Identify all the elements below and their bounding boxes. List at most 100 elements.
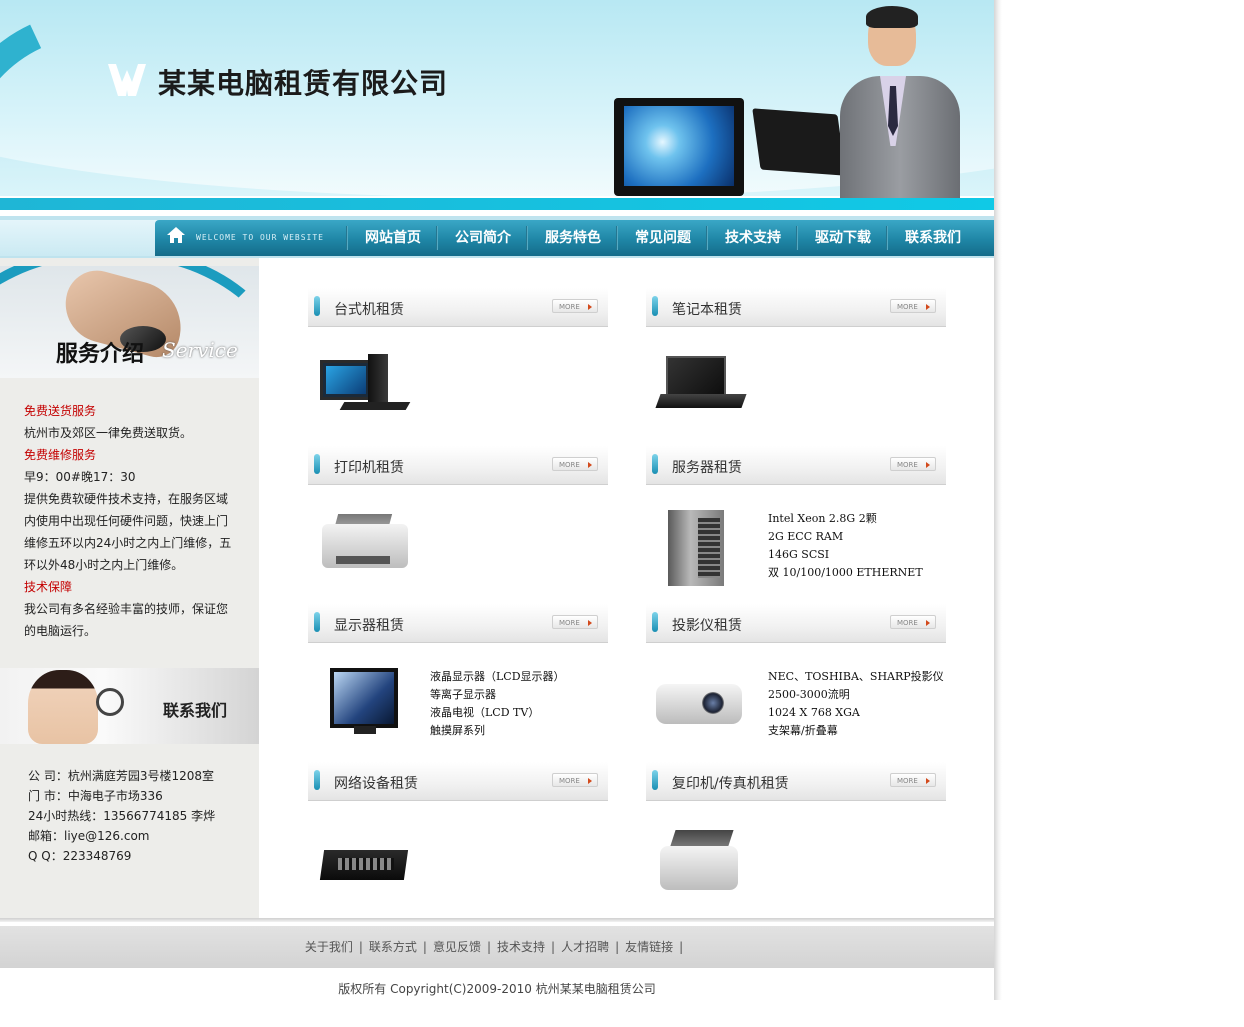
- pin-icon: [314, 296, 320, 316]
- spec-line: Intel Xeon 2.8G 2颗: [768, 512, 877, 525]
- copier-icon[interactable]: [654, 826, 750, 898]
- spec-line: NEC、TOSHIBA、SHARP投影仪: [768, 670, 944, 683]
- contact-line: 邮箱：liye@126.com: [28, 829, 150, 843]
- category-title[interactable]: 打印机租赁: [334, 457, 404, 477]
- arrow-right-icon: [926, 304, 930, 310]
- arrow-right-icon: [588, 304, 592, 310]
- contact-line: 24小时热线：13566774185 李烨: [28, 809, 216, 823]
- page: 某某电脑租赁有限公司 WELCOME TO OUR WEBSITE 网站首页 公司…: [0, 0, 994, 1027]
- service-line: 维修五环以内24小时之内上门维修，五: [24, 536, 232, 550]
- nav-item-4[interactable]: 常见问题: [618, 220, 708, 256]
- spec-line: 触摸屏系列: [430, 724, 485, 737]
- category-title[interactable]: 显示器租赁: [334, 615, 404, 635]
- more-button[interactable]: MORE: [552, 457, 598, 471]
- category-4: 服务器租赁 MORE Intel Xeon 2.8G 2颗 2G ECC RAM 146…: [646, 446, 946, 596]
- monitor-icon[interactable]: [316, 668, 412, 740]
- category-header: 复印机/传真机租赁 MORE: [646, 762, 946, 801]
- spec-line: 2G ECC RAM: [768, 530, 844, 543]
- more-label: MORE: [897, 461, 918, 469]
- category-8: 复印机/传真机租赁 MORE: [646, 762, 946, 912]
- more-button[interactable]: MORE: [890, 457, 936, 471]
- category-header: 服务器租赁 MORE: [646, 446, 946, 485]
- more-button[interactable]: MORE: [890, 299, 936, 313]
- more-button[interactable]: MORE: [552, 299, 598, 313]
- pin-icon: [652, 296, 658, 316]
- businessman-photo: [838, 6, 988, 198]
- contact-line: 门 市：中海电子市场336: [28, 789, 163, 803]
- arrow-right-icon: [926, 778, 930, 784]
- welcome-text: WELCOME TO OUR WEBSITE: [196, 233, 324, 242]
- logo-icon: [108, 64, 146, 96]
- category-header: 打印机租赁 MORE: [308, 446, 608, 485]
- category-title[interactable]: 网络设备租赁: [334, 773, 418, 793]
- copyright: 版权所有 Copyright(C)2009-2010 杭州某某电脑租赁公司: [338, 982, 656, 996]
- more-label: MORE: [559, 777, 580, 785]
- more-button[interactable]: MORE: [552, 615, 598, 629]
- contact-title: 联系我们: [163, 701, 228, 720]
- laptop-icon[interactable]: [654, 352, 750, 424]
- category-2: 笔记本租赁 MORE: [646, 288, 946, 438]
- category-header: 网络设备租赁 MORE: [308, 762, 608, 801]
- category-6: 投影仪租赁 MORE NEC、TOSHIBA、SHARP投影仪 2500-3000流明…: [646, 604, 946, 754]
- network-switch-icon[interactable]: [316, 826, 412, 898]
- pin-icon: [652, 454, 658, 474]
- footer-link-1[interactable]: 关于我们: [305, 940, 353, 954]
- projector-icon[interactable]: [654, 668, 750, 740]
- desktop-computer-icon[interactable]: [316, 352, 412, 424]
- footer-link-5[interactable]: 人才招聘: [561, 940, 609, 954]
- category-title[interactable]: 服务器租赁: [672, 457, 742, 477]
- arrow-right-icon: [926, 620, 930, 626]
- pin-icon: [652, 612, 658, 632]
- arrow-right-icon: [588, 778, 592, 784]
- category-title[interactable]: 笔记本租赁: [672, 299, 742, 319]
- pin-icon: [314, 770, 320, 790]
- category-header: 显示器租赁 MORE: [308, 604, 608, 643]
- nav-item-1[interactable]: 网站首页: [348, 220, 438, 256]
- contact-line: 公 司：杭州满庭芳园3号楼1208室: [28, 769, 214, 783]
- arrow-right-icon: [588, 620, 592, 626]
- nav-item-5[interactable]: 技术支持: [708, 220, 798, 256]
- printer-icon[interactable]: [316, 510, 412, 582]
- footer-link-3[interactable]: 意见反馈: [433, 940, 481, 954]
- more-button[interactable]: MORE: [890, 615, 936, 629]
- more-label: MORE: [897, 303, 918, 311]
- spec-line: 支架幕/折叠幕: [768, 724, 838, 737]
- category-title[interactable]: 台式机租赁: [334, 299, 404, 319]
- footer-separator: |: [486, 940, 491, 954]
- arrow-right-icon: [926, 462, 930, 468]
- category-7: 网络设备租赁 MORE: [308, 762, 608, 912]
- category-title[interactable]: 投影仪租赁: [672, 615, 742, 635]
- nav-item-6[interactable]: 驱动下载: [798, 220, 888, 256]
- nav-item-7[interactable]: 联系我们: [888, 220, 978, 256]
- service-heading: 技术保障: [24, 580, 73, 594]
- category-header: 台式机租赁 MORE: [308, 288, 608, 327]
- footer-separator: |: [422, 940, 427, 954]
- home-icon[interactable]: [166, 226, 186, 244]
- footer-link-2[interactable]: 联系方式: [369, 940, 417, 954]
- footer-link-4[interactable]: 技术支持: [497, 940, 545, 954]
- more-label: MORE: [559, 303, 580, 311]
- nav-item-2[interactable]: 公司简介: [438, 220, 528, 256]
- category-title[interactable]: 复印机/传真机租赁: [672, 773, 789, 793]
- spec-line: 2500-3000流明: [768, 688, 850, 701]
- product-spec: Intel Xeon 2.8G 2颗 2G ECC RAM 146G SCSI 双 1…: [768, 510, 923, 582]
- more-button[interactable]: MORE: [890, 773, 936, 787]
- category-3: 打印机租赁 MORE: [308, 446, 608, 596]
- product-spec: 液晶显示器（LCD显示器） 等离子显示器 液晶电视（LCD TV） 触摸屏系列: [430, 668, 565, 740]
- spec-line: 1024 X 768 XGA: [768, 706, 860, 719]
- company-name: 某某电脑租赁有限公司: [158, 67, 449, 100]
- service-line: 我公司有多名经验丰富的技师，保证您: [24, 602, 229, 616]
- footer-separator: |: [358, 940, 363, 954]
- category-5: 显示器租赁 MORE 液晶显示器（LCD显示器） 等离子显示器 液晶电视（LCD TV）…: [308, 604, 608, 754]
- nav-item-3[interactable]: 服务特色: [528, 220, 618, 256]
- service-line: 杭州市及郊区一律免费送取货。: [24, 426, 193, 440]
- server-icon[interactable]: [654, 510, 750, 586]
- spec-line: 等离子显示器: [430, 688, 496, 701]
- more-label: MORE: [559, 461, 580, 469]
- more-button[interactable]: MORE: [552, 773, 598, 787]
- footer-links: 关于我们 | 联系方式 | 意见反馈 | 技术支持 | 人才招聘 | 友情链接 |: [0, 926, 994, 968]
- arrow-right-icon: [588, 462, 592, 468]
- service-line: 早9：00#晚17：30: [24, 470, 136, 484]
- footer-link-6[interactable]: 友情链接: [625, 940, 673, 954]
- more-label: MORE: [897, 777, 918, 785]
